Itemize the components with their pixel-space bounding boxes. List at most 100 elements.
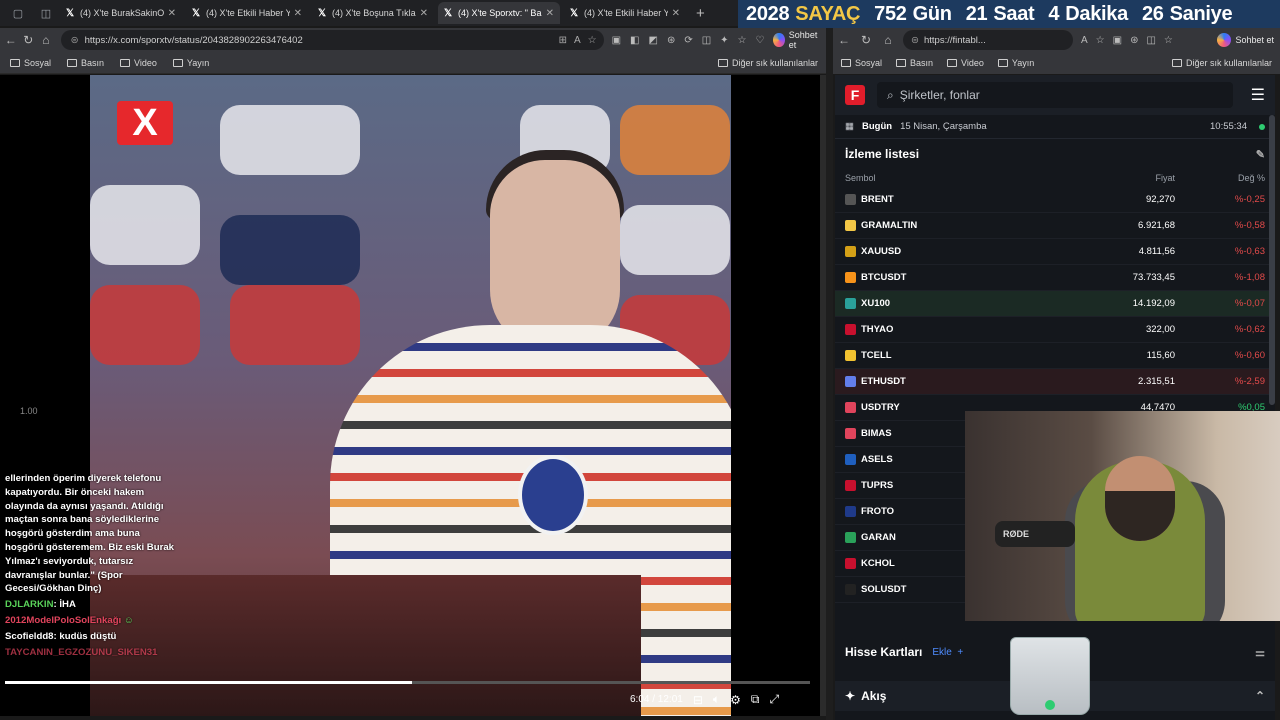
countdown-days-label: Gün bbox=[912, 2, 952, 25]
other-bookmarks[interactable]: Diğer sık kullanılanlar bbox=[1171, 58, 1272, 68]
close-tab-icon[interactable]: ✕ bbox=[294, 8, 302, 19]
symbol-icon bbox=[845, 454, 856, 465]
copilot-icon bbox=[1217, 33, 1232, 47]
tab-actions-icon[interactable]: ▢ bbox=[8, 3, 28, 23]
today-date: 15 Nisan, Çarşamba bbox=[900, 121, 987, 132]
bookmark-video[interactable]: Video bbox=[120, 58, 157, 68]
video-progress-fill bbox=[5, 681, 412, 684]
address-actions-icon[interactable]: ⊞A☆ bbox=[559, 35, 604, 46]
sponsor-logo bbox=[620, 105, 730, 175]
row-price: 14.192,09 bbox=[1132, 298, 1175, 309]
fintables-header: F ⌕ Şirketler, fonlar ☰ bbox=[835, 75, 1275, 115]
chevron-up-icon[interactable]: ⌃ bbox=[1255, 689, 1265, 703]
bookmark-label: Basın bbox=[81, 57, 105, 68]
watchlist-row[interactable]: BRENT 92,270 %-0,25 bbox=[835, 187, 1275, 213]
edit-pencil-icon[interactable]: ✎ bbox=[1256, 148, 1265, 161]
close-tab-icon[interactable]: ✕ bbox=[546, 8, 554, 19]
watchlist-row[interactable]: BTCUSDT 73.733,45 %-1,08 bbox=[835, 265, 1275, 291]
countdown-minutes-label: Dakika bbox=[1065, 2, 1128, 25]
live-status-dot bbox=[1259, 123, 1265, 130]
pip-icon[interactable]: ⧉ bbox=[751, 692, 760, 707]
calendar-icon: ▦ bbox=[845, 121, 854, 132]
right-scrollbar[interactable] bbox=[1269, 115, 1275, 405]
workspaces-icon[interactable]: ◫ bbox=[36, 3, 56, 23]
reload-icon[interactable]: ↻ bbox=[855, 33, 877, 47]
home-icon[interactable]: ⌂ bbox=[877, 33, 899, 47]
bookmark-sosyal[interactable]: Sosyal bbox=[10, 58, 51, 68]
bookmark-label: Yayın bbox=[186, 57, 210, 68]
watchlist-row[interactable]: TCELL 115,60 %-0,60 bbox=[835, 343, 1275, 369]
left-sohbet-button[interactable]: Sohbet et bbox=[773, 30, 820, 50]
video-player[interactable]: X 1.00 ellerinden öperim diyerek telefon… bbox=[0, 75, 820, 716]
browser-tab[interactable]: 𝕏 (4) X'te Sporxtv: " Bah ✕ bbox=[438, 2, 560, 24]
x-logo-icon: 𝕏 bbox=[570, 7, 579, 19]
emoji-icon: ☺ bbox=[123, 614, 134, 626]
volume-icon[interactable]: 🔈︎ bbox=[713, 692, 720, 707]
filter-icon[interactable]: ⚌ bbox=[1255, 646, 1265, 659]
row-symbol: BTCUSDT bbox=[861, 272, 907, 283]
today-label: Bugün bbox=[861, 121, 893, 132]
right-url-field[interactable]: ⊜ https://fintabl... bbox=[903, 30, 1073, 50]
chat-text: kudüs düştü bbox=[59, 630, 117, 642]
folder-icon bbox=[896, 59, 907, 67]
video-progress-bar[interactable] bbox=[5, 681, 810, 684]
row-symbol: TCELL bbox=[861, 350, 892, 361]
extensions-icons[interactable]: ▣◧◩⊛⟳◫✦☆♡ bbox=[612, 35, 774, 46]
video-controls: 6:04 / 12:01 ⊟ 🔈︎ ⚙ ⧉ ⤢ bbox=[630, 692, 779, 707]
bookmark-yayin[interactable]: Yayın bbox=[172, 57, 210, 68]
copilot-icon bbox=[773, 33, 785, 47]
sponsor-logo bbox=[230, 285, 360, 365]
bookmark-label: Video bbox=[134, 57, 157, 68]
close-tab-icon[interactable]: ✕ bbox=[420, 8, 428, 19]
watchlist-row[interactable]: XU100 14.192,09 %-0,07 bbox=[835, 291, 1275, 317]
settings-icon[interactable]: ⚙ bbox=[730, 693, 741, 707]
countdown-hours: 21 bbox=[965, 2, 988, 25]
bookmark-basin[interactable]: Basın bbox=[67, 58, 104, 68]
other-bookmarks[interactable]: Diğer sık kullanılanlar bbox=[717, 58, 818, 68]
bookmark-sosyal[interactable]: Sosyal bbox=[841, 58, 882, 68]
hamburger-menu-icon[interactable]: ☰ bbox=[1251, 85, 1265, 105]
watchlist-row[interactable]: THYAO 322,00 %-0,62 bbox=[835, 317, 1275, 343]
watchlist-row[interactable]: XAUUSD 4.811,56 %-0,63 bbox=[835, 239, 1275, 265]
symbol-icon bbox=[845, 324, 856, 335]
browser-tab[interactable]: 𝕏 (4) X'te Boşuna Tıklama: ✕ bbox=[312, 2, 434, 24]
row-price: 73.733,45 bbox=[1132, 272, 1175, 283]
search-input[interactable]: ⌕ Şirketler, fonlar bbox=[877, 82, 1233, 108]
folder-icon bbox=[172, 58, 183, 67]
browser-tab[interactable]: 𝕏 (4) X'te BurakSakinOl: "G ✕ bbox=[60, 2, 182, 24]
watchlist-row[interactable]: ETHUSDT 2.315,51 %-2,59 bbox=[835, 369, 1275, 395]
new-tab-button[interactable]: + bbox=[696, 5, 705, 22]
bookmark-yayin[interactable]: Yayın bbox=[997, 58, 1034, 68]
symbol-icon bbox=[845, 532, 856, 543]
rode-microphone: RØDE bbox=[995, 521, 1075, 547]
other-bookmarks-label: Diğer sık kullanılanlar bbox=[1185, 58, 1272, 68]
home-icon[interactable]: ⌂ bbox=[37, 33, 55, 47]
reload-icon[interactable]: ↻ bbox=[20, 33, 38, 47]
bookmark-basin[interactable]: Basın bbox=[896, 58, 933, 68]
close-tab-icon[interactable]: ✕ bbox=[168, 8, 176, 19]
watchlist-columns: Sembol Fiyat Değ % bbox=[835, 169, 1275, 187]
row-symbol: GRAMALTIN bbox=[861, 220, 918, 231]
fullscreen-icon[interactable]: ⤢ bbox=[769, 692, 779, 707]
close-tab-icon[interactable]: ✕ bbox=[672, 8, 680, 19]
right-sohbet-button[interactable]: Sohbet et bbox=[1217, 33, 1274, 47]
back-icon[interactable]: ← bbox=[833, 33, 855, 47]
back-icon[interactable]: ← bbox=[2, 33, 20, 47]
bookmark-video[interactable]: Video bbox=[947, 58, 984, 68]
row-price: 322,00 bbox=[1145, 324, 1175, 335]
extensions-icons[interactable]: A☆▣⊛◫☆ bbox=[1081, 35, 1181, 46]
add-card-button[interactable]: Ekle + bbox=[932, 647, 963, 658]
folder-icon bbox=[67, 58, 78, 67]
browser-tab[interactable]: 𝕏 (4) X'te Etkili Haber Yeni ✕ bbox=[186, 2, 308, 24]
right-sohbet-label: Sohbet et bbox=[1235, 35, 1274, 45]
stock-cards-title: Hisse Kartları bbox=[845, 645, 923, 659]
countdown-seconds: 26 bbox=[1141, 2, 1164, 25]
browser-tab[interactable]: 𝕏 (4) X'te Etkili Haber Yeni ✕ bbox=[564, 2, 686, 24]
left-url-field[interactable]: ⊜ https://x.com/sporxtv/status/204382890… bbox=[60, 30, 604, 50]
fintables-logo[interactable]: F bbox=[845, 85, 865, 105]
captions-icon[interactable]: ⊟ bbox=[693, 693, 703, 707]
row-symbol: XU100 bbox=[861, 298, 891, 309]
bookmark-label: Sosyal bbox=[24, 57, 52, 68]
watchlist-row[interactable]: GRAMALTIN 6.921,68 %-0,58 bbox=[835, 213, 1275, 239]
watchlist-title: İzleme listesi bbox=[845, 147, 920, 161]
